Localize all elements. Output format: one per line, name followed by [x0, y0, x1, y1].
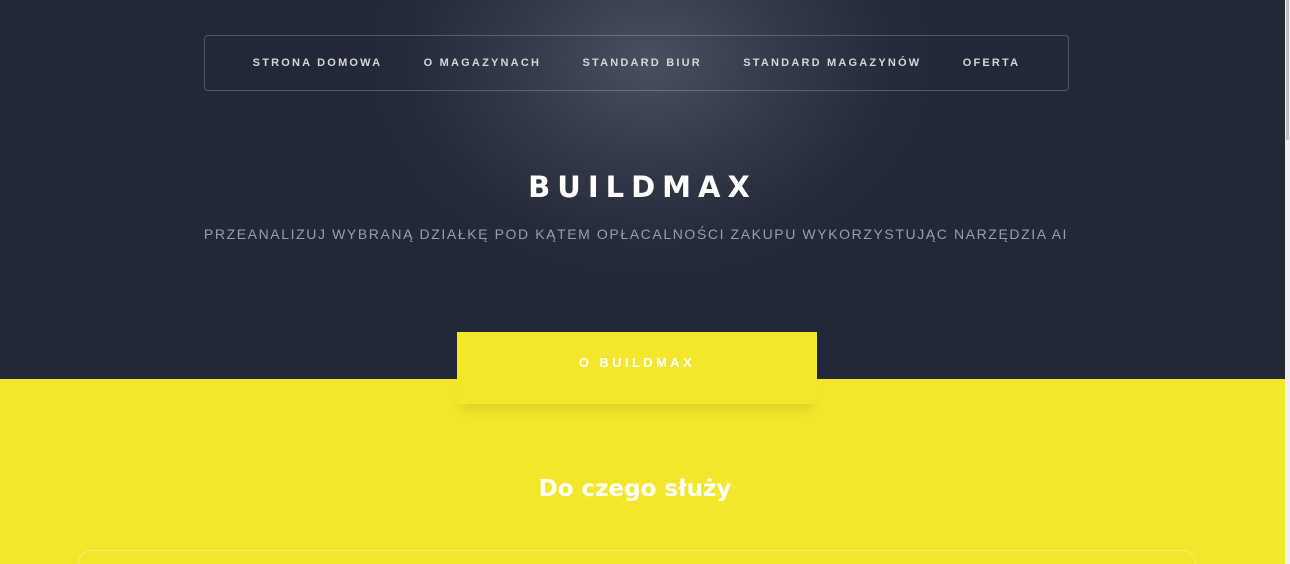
section-heading: Do czego służy — [538, 476, 732, 502]
nav-item-standard-magazynow[interactable]: STANDARD MAGAZYNÓW — [743, 57, 921, 69]
scrollbar-thumb[interactable] — [1286, 0, 1289, 140]
site-subtitle: PRZEANALIZUJ WYBRANĄ DZIAŁKĘ POD KĄTEM O… — [203, 226, 1069, 242]
main-nav: STRONA DOMOWA O MAGAZYNACH STANDARD BIUR… — [204, 35, 1069, 91]
scrollbar[interactable] — [1285, 0, 1290, 564]
nav-item-standard-biur[interactable]: STANDARD BIUR — [582, 57, 701, 69]
nav-item-oferta[interactable]: OFERTA — [963, 57, 1021, 69]
content-box — [78, 550, 1196, 564]
nav-item-strona-domowa[interactable]: STRONA DOMOWA — [253, 57, 383, 69]
hero-section: STRONA DOMOWA O MAGAZYNACH STANDARD BIUR… — [0, 0, 1285, 379]
tab-label: O BUILDMAX — [578, 355, 696, 370]
nav-item-o-magazynach[interactable]: O MAGAZYNACH — [424, 57, 541, 69]
tab-o-buildmax[interactable]: O BUILDMAX — [457, 332, 817, 404]
page: STRONA DOMOWA O MAGAZYNACH STANDARD BIUR… — [0, 0, 1290, 564]
site-title: BUILDMAX — [528, 170, 757, 204]
